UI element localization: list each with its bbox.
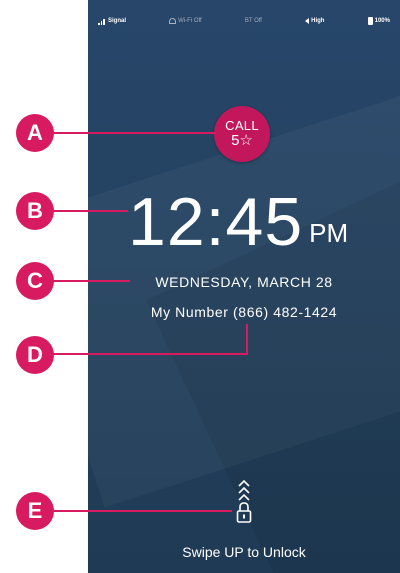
callout-c-line bbox=[52, 280, 130, 282]
callout-d-connector bbox=[246, 324, 248, 355]
wifi-icon bbox=[169, 18, 177, 24]
swipe-to-unlock-label: Swipe UP to Unlock bbox=[182, 544, 306, 560]
battery-status: 100% bbox=[367, 17, 390, 25]
signal-status: Signal bbox=[98, 18, 126, 25]
wifi-label: Wi-Fi Off bbox=[178, 18, 202, 24]
callout-b: B bbox=[16, 192, 54, 230]
volume-label: High bbox=[311, 18, 325, 24]
clock-ampm: PM bbox=[309, 218, 349, 248]
annotated-screenshot: Signal Wi-Fi Off BT Off High 100% CALL 5… bbox=[0, 0, 400, 573]
callout-e: E bbox=[16, 492, 54, 530]
status-bar: Signal Wi-Fi Off BT Off High 100% bbox=[88, 14, 400, 28]
battery-label: 100% bbox=[374, 18, 390, 24]
signal-label: Signal bbox=[108, 18, 127, 24]
call-number: 5☆ bbox=[231, 132, 253, 149]
clock: 12:45 PM bbox=[128, 186, 388, 258]
lock-screen: Signal Wi-Fi Off BT Off High 100% CALL 5… bbox=[88, 0, 400, 573]
callout-a-line bbox=[52, 132, 216, 134]
speaker-icon bbox=[305, 18, 310, 24]
callout-c: C bbox=[16, 262, 54, 300]
bluetooth-label: BT Off bbox=[244, 18, 262, 24]
call-star-button[interactable]: CALL 5☆ bbox=[214, 106, 270, 162]
battery-icon bbox=[367, 17, 373, 25]
callout-d-line bbox=[52, 353, 248, 355]
call-label: CALL bbox=[225, 118, 259, 133]
wifi-status: Wi-Fi Off bbox=[169, 18, 202, 24]
date-label: WEDNESDAY, MARCH 28 bbox=[155, 274, 333, 290]
my-number-label: My Number (866) 482-1424 bbox=[150, 304, 338, 320]
unlock-control[interactable] bbox=[231, 478, 257, 528]
swipe-up-lock-icon bbox=[236, 479, 252, 523]
bluetooth-status: BT Off bbox=[245, 18, 262, 24]
clock-time: 12:45 bbox=[128, 184, 304, 260]
signal-icon bbox=[98, 18, 106, 25]
callout-e-line bbox=[52, 510, 232, 512]
callout-a: A bbox=[16, 114, 54, 152]
volume-status: High bbox=[305, 18, 324, 24]
callout-b-line bbox=[52, 210, 128, 212]
callout-d: D bbox=[16, 336, 54, 374]
